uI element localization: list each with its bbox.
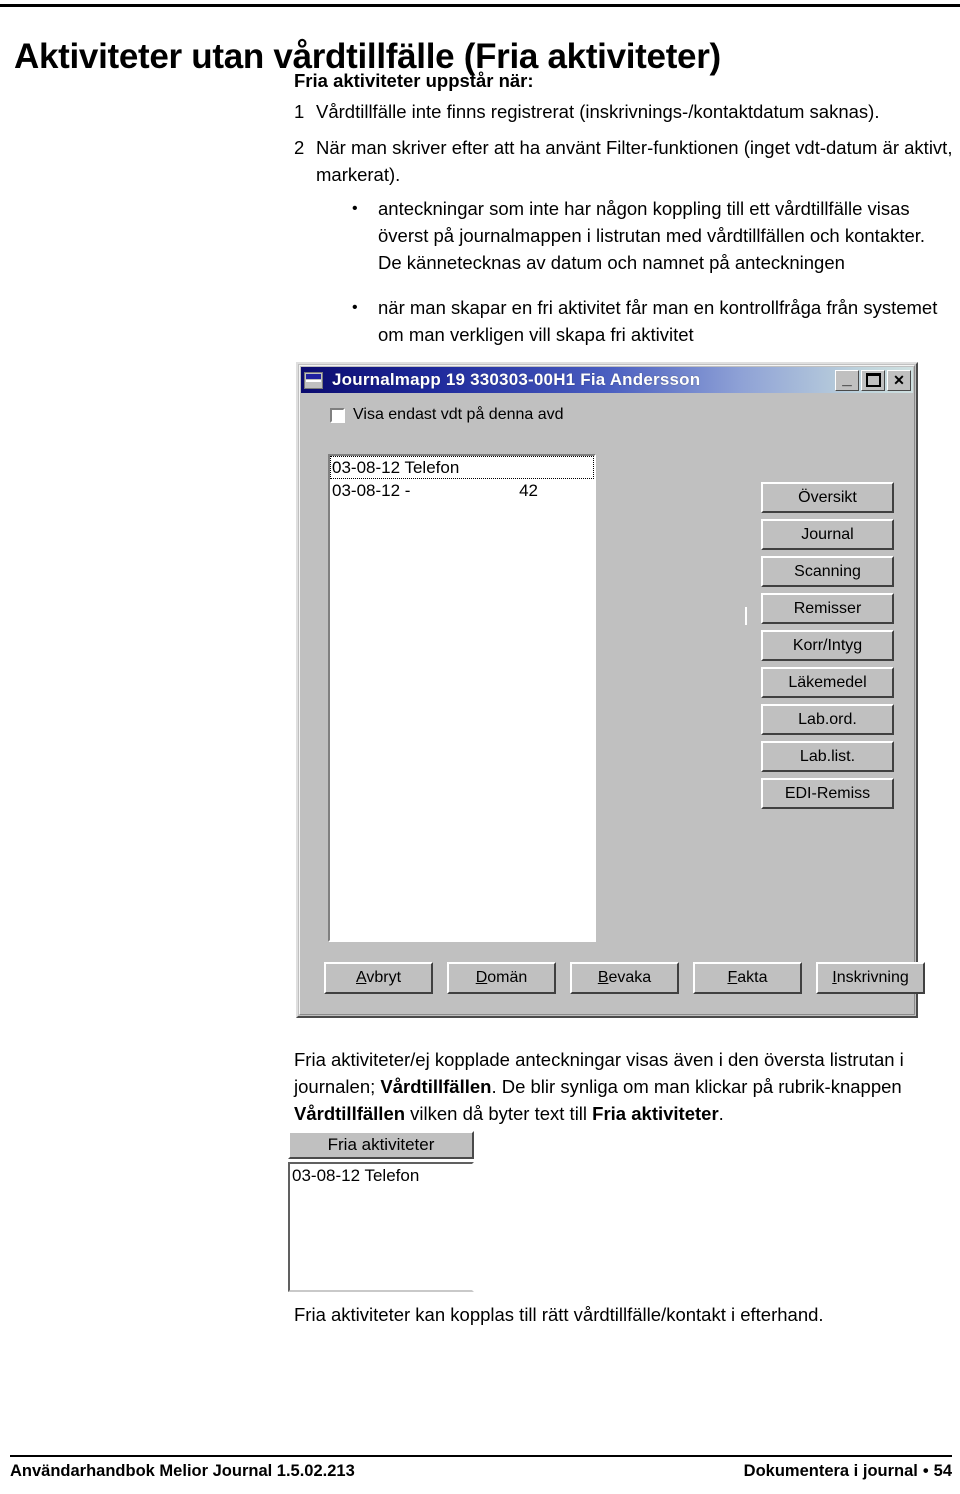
lab-ord-button[interactable]: Lab.ord. (761, 704, 894, 735)
list-item-text: 03-08-12 Telefon (292, 1166, 420, 1185)
list-item-text: 03-08-12 - (332, 480, 411, 500)
edi-remiss-button[interactable]: EDI-Remiss (761, 778, 894, 809)
list-item[interactable]: 03-08-12 Telefon (290, 1164, 472, 1188)
list-item-value: 42 (519, 480, 538, 500)
list-item-text: 03-08-12 Telefon (332, 457, 460, 477)
footer-divider (10, 1455, 952, 1457)
list-item-text: När man skriver efter att ha använt Filt… (316, 137, 953, 185)
maximize-button[interactable] (861, 369, 885, 391)
para2-part3: vilken då byter text till (405, 1103, 593, 1124)
window-controls: _ ✕ (835, 368, 913, 391)
inskrivning-button[interactable]: Inskrivning (816, 962, 925, 994)
close-icon: ✕ (893, 372, 905, 388)
bullet-item-text: när man skapar en fri aktivitet får man … (378, 297, 938, 345)
footer-separator-icon: • (922, 1462, 929, 1480)
top-divider (0, 4, 960, 7)
paragraph-two: Fria aktiviteter/ej kopplade anteckninga… (294, 1046, 960, 1127)
para2-bold2: Vårdtillfällen (294, 1103, 406, 1124)
list-item[interactable]: 03-08-12 - 42 (330, 479, 594, 502)
visa-endast-vdt-checkbox-row[interactable]: Visa endast vdt på denna avd (330, 406, 564, 424)
bullet-list: • anteckningar som inte har någon koppli… (352, 195, 952, 366)
system-menu-icon[interactable] (304, 371, 323, 389)
lakemedel-button[interactable]: Läkemedel (761, 667, 894, 698)
numbered-list: 1 Vårdtillfälle inte finns registrerat (… (294, 98, 956, 197)
journal-button[interactable]: Journal (761, 519, 894, 550)
journalmapp-dialog: Journalmapp 19 330303-00H1 Fia Andersson… (296, 362, 925, 1018)
para2-part2: . De blir synliga om man klickar på rubr… (491, 1076, 902, 1097)
list-item-number: 1 (294, 101, 305, 122)
close-button[interactable]: ✕ (887, 369, 911, 391)
avbryt-accel: A (355, 969, 367, 986)
list-item-text: Vårdtillfälle inte finns registrerat (in… (316, 101, 880, 122)
list-item[interactable]: 03-08-12 Telefon (330, 456, 594, 479)
bevaka-accel: B (597, 969, 609, 986)
list-item: 2 När man skriver efter att ha använt Fi… (294, 134, 956, 188)
scanning-button[interactable]: Scanning (761, 556, 894, 587)
visa-endast-vdt-checkbox[interactable] (330, 407, 345, 423)
bullet-dot-icon: • (352, 200, 358, 217)
side-button-column: Översikt Journal Scanning Remisser Korr/… (745, 482, 894, 815)
fakta-accel: F (727, 969, 738, 986)
remisser-button[interactable]: Remisser (761, 593, 894, 624)
doman-accel: D (475, 969, 488, 986)
fria-aktiviteter-listbox[interactable]: 03-08-12 Telefon (288, 1162, 474, 1292)
avbryt-rest: vbryt (366, 969, 402, 986)
doman-button[interactable]: Domän (447, 962, 556, 994)
page-footer: Användarhandbok Melior Journal 1.5.02.21… (10, 1462, 952, 1481)
list-item: 1 Vårdtillfälle inte finns registrerat (… (294, 98, 956, 125)
dialog-bottom-buttons: Avbryt Domän Bevaka Fakta Inskrivning (324, 962, 925, 994)
bullet-item-text: anteckningar som inte har någon koppling… (378, 198, 926, 273)
korr-intyg-button[interactable]: Korr/Intyg (761, 630, 894, 661)
minimize-icon: _ (842, 368, 852, 388)
footer-left-text: Användarhandbok Melior Journal 1.5.02.21… (10, 1462, 355, 1480)
footer-right: Dokumentera i journal • 54 (744, 1462, 952, 1481)
footer-section-label: Dokumentera i journal (743, 1462, 918, 1480)
bullet-dot-icon: • (352, 299, 358, 316)
minimize-button[interactable]: _ (835, 368, 859, 391)
closing-paragraph: Fria aktiviteter kan kopplas till rätt v… (294, 1304, 824, 1325)
bullet-item: • när man skapar en fri aktivitet får ma… (352, 294, 952, 348)
visa-endast-vdt-label: Visa endast vdt på denna avd (353, 406, 564, 423)
footer-page-number: 54 (933, 1462, 952, 1480)
avbryt-button[interactable]: Avbryt (324, 962, 433, 994)
dialog-title-bar: Journalmapp 19 330303-00H1 Fia Andersson… (301, 367, 913, 393)
fria-aktiviteter-widget: Fria aktiviteter 03-08-12 Telefon (288, 1131, 474, 1292)
fakta-rest: akta (737, 969, 768, 986)
list-item-number: 2 (294, 137, 305, 158)
dialog-title: Journalmapp 19 330303-00H1 Fia Andersson (332, 370, 701, 389)
doman-rest: omän (487, 969, 528, 986)
bevaka-rest: evaka (608, 969, 652, 986)
document-page: Aktiviteter utan vårdtillfälle (Fria akt… (0, 0, 960, 1494)
para2-bold3: Fria aktiviteter (592, 1103, 719, 1124)
vardtillfallen-listbox[interactable]: 03-08-12 Telefon 03-08-12 - 42 (328, 454, 596, 942)
fria-aktiviteter-header-button[interactable]: Fria aktiviteter (288, 1131, 474, 1159)
para2-bold1: Vårdtillfällen (380, 1076, 492, 1097)
bevaka-button[interactable]: Bevaka (570, 962, 679, 994)
lab-list-button[interactable]: Lab.list. (761, 741, 894, 772)
inskrivning-rest: nskrivning (836, 969, 909, 986)
section-lead: Fria aktiviteter uppstår när: (294, 70, 534, 91)
text-caret (745, 607, 747, 625)
oversikt-button[interactable]: Översikt (761, 482, 894, 513)
fakta-button[interactable]: Fakta (693, 962, 802, 994)
para2-part4: . (718, 1103, 724, 1124)
bullet-item: • anteckningar som inte har någon koppli… (352, 195, 952, 276)
maximize-icon (862, 371, 884, 390)
